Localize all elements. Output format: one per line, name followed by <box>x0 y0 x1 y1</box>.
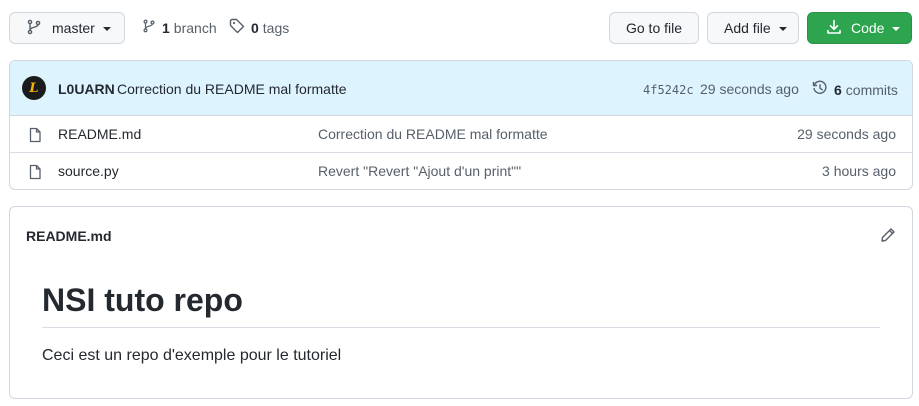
tag-count-label: tags <box>262 19 290 36</box>
go-to-file-button[interactable]: Go to file <box>609 12 699 44</box>
tag-count: 0 <box>251 19 259 36</box>
branch-select-label: master <box>52 20 95 36</box>
history-icon <box>812 80 828 99</box>
caret-down-icon <box>892 27 901 31</box>
go-to-file-label: Go to file <box>625 20 683 36</box>
commit-author-link[interactable]: L0UARN <box>58 81 115 97</box>
pencil-icon[interactable] <box>880 227 896 248</box>
commit-time: 29 seconds ago <box>700 81 799 97</box>
commit-sha-link[interactable]: 4f5242c <box>643 83 694 97</box>
tag-icon <box>229 18 245 37</box>
git-branch-icon <box>142 18 156 37</box>
caret-down-icon <box>102 27 111 31</box>
tags-link[interactable]: 0 tags <box>229 18 289 37</box>
latest-commit-bar: L L0UARN Correction du README mal format… <box>10 61 912 116</box>
code-button[interactable]: Code <box>807 12 912 44</box>
avatar-letter: L <box>29 80 39 96</box>
readme-panel: README.md NSI tuto repo Ceci est un repo… <box>9 206 913 399</box>
file-icon <box>27 164 43 185</box>
download-icon <box>826 19 851 38</box>
commit-count-label: commits <box>845 81 898 98</box>
file-list: L L0UARN Correction du README mal format… <box>9 60 913 190</box>
add-file-label: Add file <box>724 20 771 36</box>
file-row: README.md Correction du README mal forma… <box>10 116 912 153</box>
file-name-link[interactable]: source.py <box>58 163 119 179</box>
file-name-link[interactable]: README.md <box>58 126 141 142</box>
repository-overview: master 1 branch 0 tags Go to file Add fi… <box>0 0 919 406</box>
caret-down-icon <box>778 27 787 31</box>
author-avatar[interactable]: L <box>22 76 46 100</box>
readme-heading: NSI tuto repo <box>42 281 880 328</box>
commit-message-link[interactable]: Correction du README mal formatte <box>117 81 347 97</box>
file-row: source.py Revert "Revert "Ajout d'un pri… <box>10 153 912 189</box>
file-commit-time: 3 hours ago <box>822 163 896 179</box>
commit-count: 6 <box>834 81 842 98</box>
code-button-label: Code <box>851 20 885 36</box>
branch-count: 1 <box>162 19 170 36</box>
readme-filename-link[interactable]: README.md <box>26 228 112 244</box>
branch-select-button[interactable]: master <box>9 12 125 44</box>
file-icon <box>27 127 43 148</box>
branches-link[interactable]: 1 branch <box>142 18 217 37</box>
commits-history-link[interactable]: 6 commits <box>812 80 898 99</box>
git-branch-icon <box>26 19 52 38</box>
branch-count-label: branch <box>173 19 217 36</box>
file-commit-time: 29 seconds ago <box>797 126 896 142</box>
file-commit-message-link[interactable]: Revert "Revert "Ajout d'un print"" <box>318 163 521 179</box>
readme-paragraph: Ceci est un repo d'exemple pour le tutor… <box>42 347 342 364</box>
file-commit-message-link[interactable]: Correction du README mal formatte <box>318 126 548 142</box>
add-file-button[interactable]: Add file <box>707 12 799 44</box>
